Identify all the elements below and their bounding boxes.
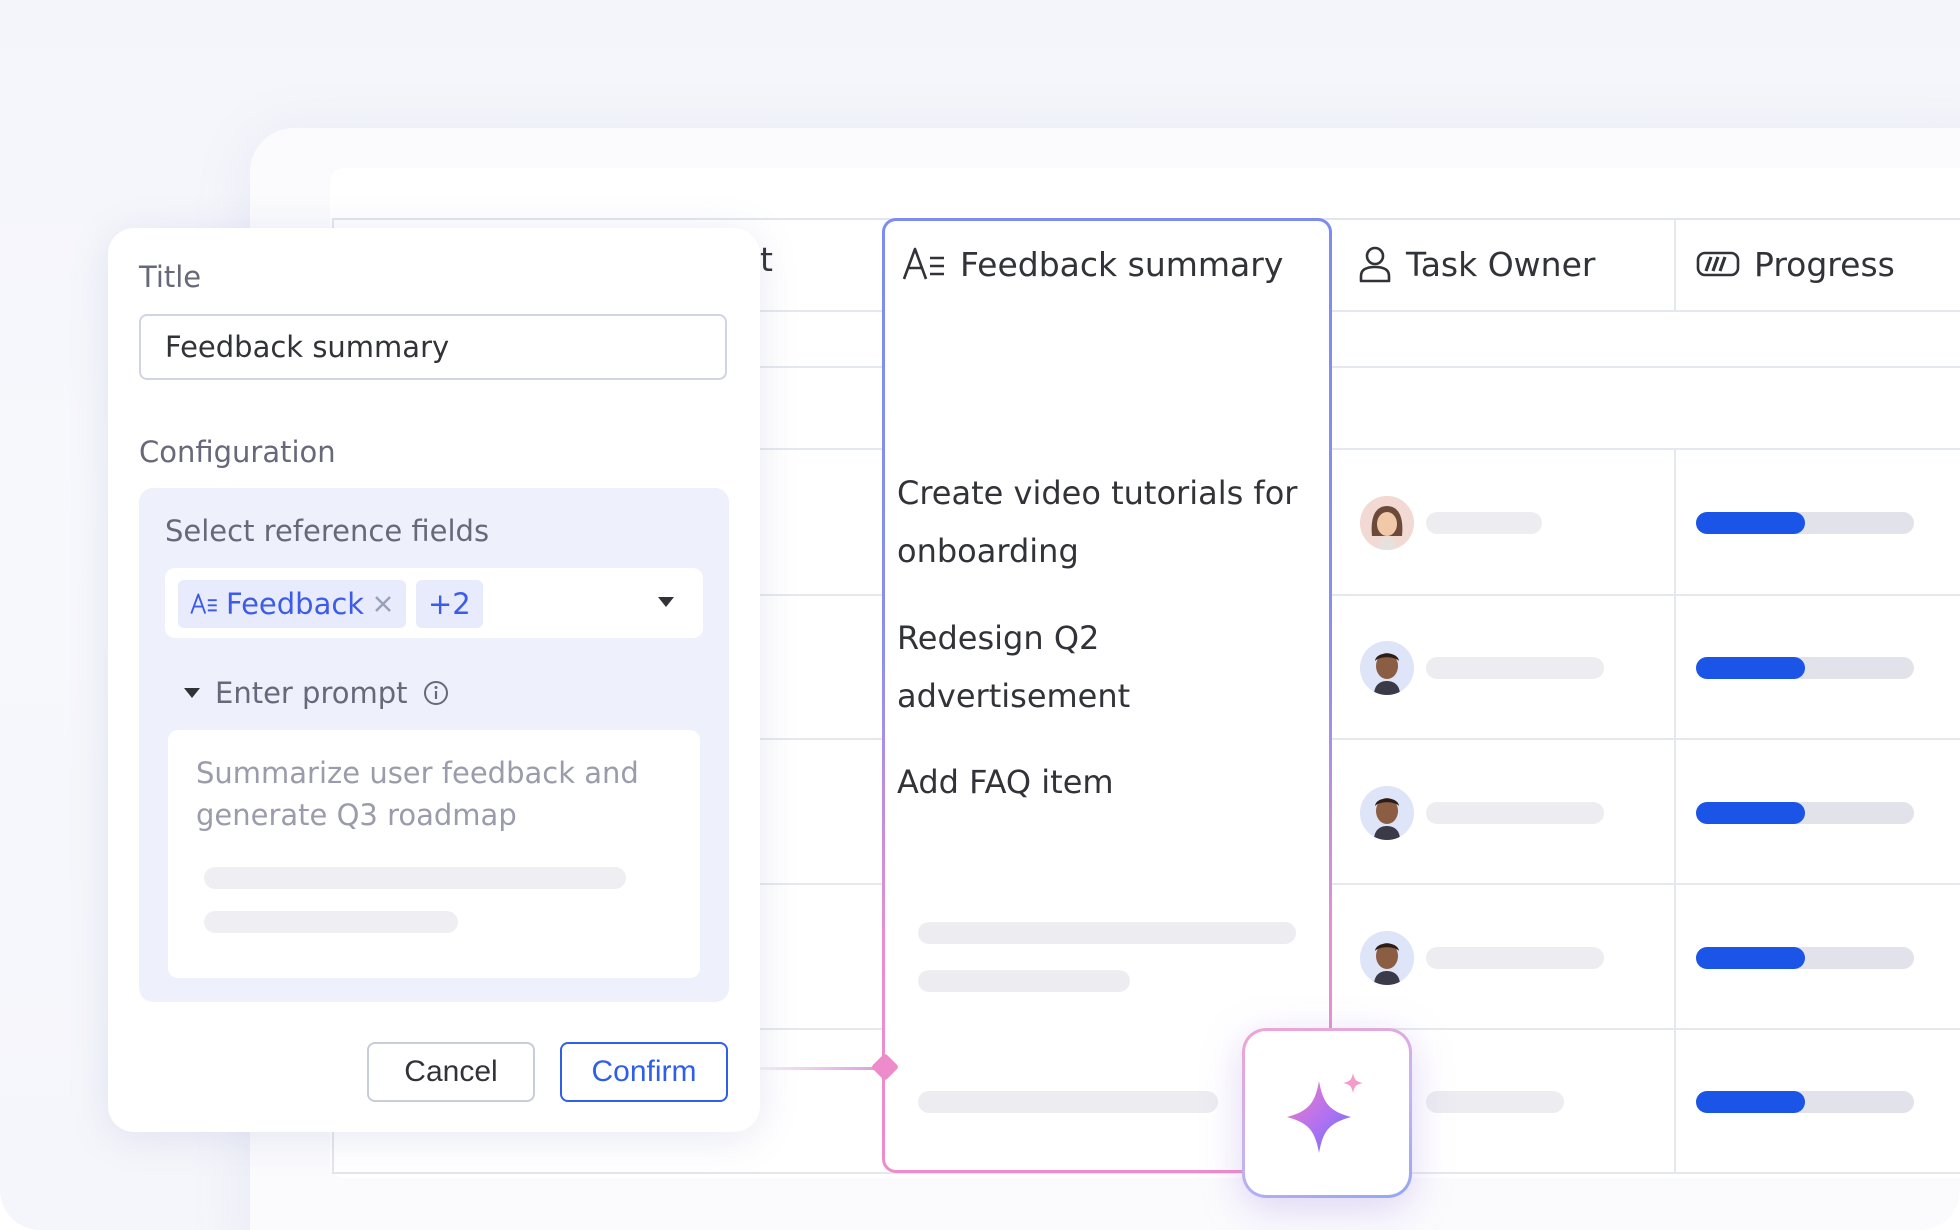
column-header-progress[interactable]: Progress xyxy=(1696,218,1895,310)
title-label: Title xyxy=(139,260,202,294)
progress-fill xyxy=(1696,1091,1805,1113)
configuration-label: Configuration xyxy=(139,435,336,469)
close-icon[interactable] xyxy=(372,593,394,615)
battery-icon xyxy=(1696,251,1740,277)
owner-name-placeholder xyxy=(1426,947,1604,969)
avatar[interactable] xyxy=(1360,931,1414,985)
info-icon[interactable] xyxy=(422,679,450,707)
title-input-value: Feedback summary xyxy=(165,330,450,364)
avatar[interactable] xyxy=(1360,496,1414,550)
prompt-placeholder-line xyxy=(204,911,458,933)
owner-name-placeholder xyxy=(1426,512,1542,534)
prompt-placeholder-line xyxy=(204,867,626,889)
confirm-button[interactable]: Confirm xyxy=(560,1042,728,1102)
progress-bar xyxy=(1696,657,1914,679)
long-text-icon xyxy=(190,593,217,614)
chevron-down-icon[interactable] xyxy=(656,595,676,609)
progress-bar xyxy=(1696,947,1914,969)
caret-down-icon xyxy=(184,688,200,698)
summary-placeholder xyxy=(918,1091,1218,1113)
summary-placeholder xyxy=(918,922,1296,944)
chip-more-label: +2 xyxy=(428,587,471,621)
column-divider xyxy=(1674,448,1676,1172)
partial-column-header: t xyxy=(760,240,773,279)
column-header-label: Task Owner xyxy=(1406,244,1596,284)
summary-cell[interactable]: Create video tutorials for onboarding xyxy=(897,464,1327,580)
progress-bar xyxy=(1696,802,1914,824)
connector-line xyxy=(752,1067,886,1070)
reference-chip-feedback[interactable]: Feedback xyxy=(178,580,407,628)
progress-fill xyxy=(1696,512,1805,534)
summary-cell[interactable]: Redesign Q2 advertisement xyxy=(897,609,1327,725)
progress-fill xyxy=(1696,802,1805,824)
summary-placeholder xyxy=(918,970,1130,992)
progress-bar xyxy=(1696,512,1914,534)
progress-fill xyxy=(1696,947,1805,969)
cancel-button[interactable]: Cancel xyxy=(367,1042,535,1102)
reference-chip-more[interactable]: +2 xyxy=(416,580,483,628)
summary-cell[interactable]: Add FAQ item xyxy=(897,753,1327,811)
progress-bar xyxy=(1696,1091,1914,1113)
column-header-label: Progress xyxy=(1754,244,1895,284)
prompt-toggle-label: Enter prompt xyxy=(215,676,408,710)
avatar[interactable] xyxy=(1360,641,1414,695)
chip-label: Feedback xyxy=(226,587,365,621)
prompt-toggle[interactable]: Enter prompt xyxy=(183,676,450,710)
column-divider xyxy=(1674,218,1676,310)
long-text-icon xyxy=(902,247,944,280)
owner-name-placeholder xyxy=(1426,1091,1564,1113)
ai-sparkle-button[interactable] xyxy=(1242,1028,1412,1198)
owner-name-placeholder xyxy=(1426,657,1604,679)
sparkle-icon xyxy=(1287,1073,1363,1153)
column-header-label: Feedback summary xyxy=(960,244,1284,284)
progress-fill xyxy=(1696,657,1805,679)
column-header-feedback-summary[interactable]: Feedback summary xyxy=(902,218,1283,310)
prompt-text: Summarize user feedback and generate Q3 … xyxy=(196,756,639,832)
title-input[interactable]: Feedback summary xyxy=(139,314,727,380)
owner-name-placeholder xyxy=(1426,802,1604,824)
column-header-task-owner[interactable]: Task Owner xyxy=(1358,218,1595,310)
reference-fields-label: Select reference fields xyxy=(165,514,490,548)
avatar[interactable] xyxy=(1360,786,1414,840)
person-icon xyxy=(1359,246,1391,283)
